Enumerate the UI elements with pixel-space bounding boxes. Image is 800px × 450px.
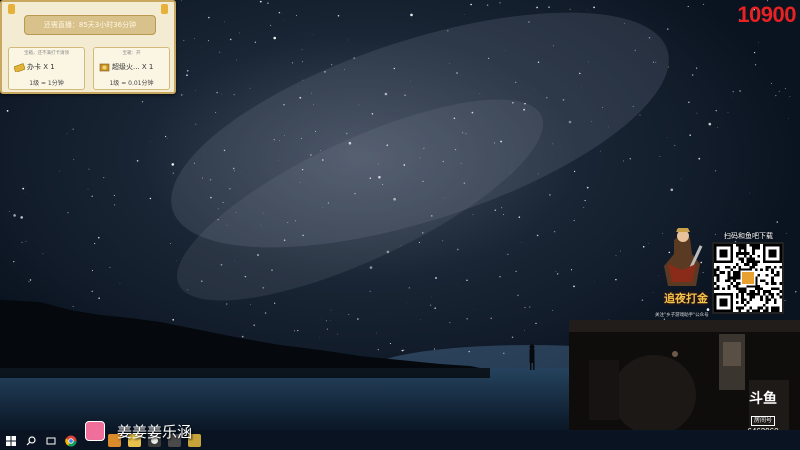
reward-card[interactable]: 宝箱：开 超级火... X 1 1级 = 0.01分钟: [93, 47, 170, 90]
viewer-counter: 10900: [737, 2, 796, 27]
game-logo: 追夜打金: [664, 292, 708, 305]
reward-card[interactable]: 宝箱，还不满打卡请领 办卡 X 1 1级 = 1分钟: [8, 47, 85, 90]
banner-time: 85天3小时36分钟: [78, 21, 137, 29]
reward-title: 宝箱，还不满打卡请领: [24, 51, 69, 56]
reward-rate: 1级 = 0.01分钟: [109, 80, 154, 87]
rocket-icon: [99, 63, 110, 71]
reward-item-label: 超级火... X 1: [112, 63, 154, 71]
reward-item: 超级火... X 1: [99, 60, 153, 74]
lantern-icon: [161, 4, 168, 14]
streamer-name: 姜姜姜乐涵: [117, 423, 193, 441]
live-reward-panel: 还需直播：85天3小时36分钟 宝箱，还不满打卡请领 办卡 X 1 1级 = 1…: [0, 0, 176, 94]
reward-rate: 1级 = 1分钟: [29, 80, 64, 87]
card-icon: [14, 62, 25, 72]
reward-title: 宝箱：开: [122, 51, 141, 56]
promo-text: 关注"乡子游戏助手"公众号: [655, 313, 709, 318]
reward-item: 办卡 X 1: [14, 60, 55, 74]
webcam-overlay: 斗鱼 房间号 6462960: [569, 320, 800, 430]
qr-caption: 扫码和鱼吧下载: [724, 232, 773, 240]
warrior-character-image: [664, 228, 703, 286]
douyu-logo: 斗鱼: [749, 391, 777, 407]
reward-item-label: 办卡 X 1: [27, 63, 55, 71]
windows-start-icon[interactable]: [4, 434, 17, 447]
douyu-badge: 斗鱼 房间号 6462960: [738, 391, 788, 431]
search-icon[interactable]: [24, 434, 37, 447]
room-id: 6462960: [738, 427, 788, 430]
task-view-icon[interactable]: [44, 434, 57, 447]
chrome-icon[interactable]: [64, 434, 77, 447]
live-duration-banner: 还需直播：85天3小时36分钟: [24, 15, 156, 35]
banner-prefix: 还需直播：: [43, 21, 79, 29]
qr-code[interactable]: [712, 242, 784, 314]
streamer-avatar: [85, 421, 105, 441]
room-label: 房间号: [750, 416, 775, 426]
lantern-icon: [8, 4, 15, 14]
qr-download-ad[interactable]: 扫码和鱼吧下载 追夜打金 关注"乡子游戏助手"公众号: [652, 228, 794, 320]
